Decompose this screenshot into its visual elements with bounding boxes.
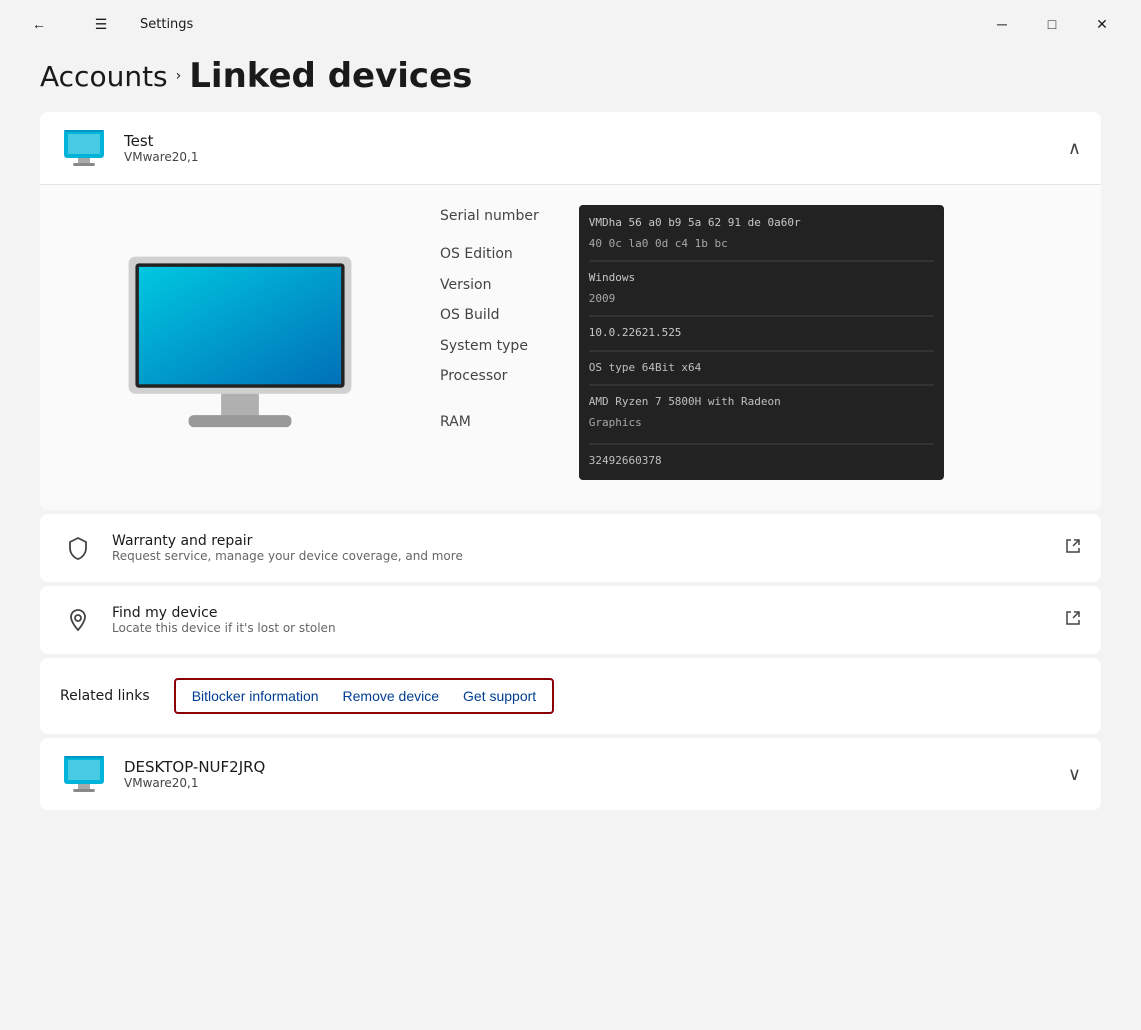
chevron-down-icon: ∨ — [1068, 764, 1081, 784]
system-type-label: System type — [440, 335, 539, 357]
redacted-line-8: Graphics — [589, 415, 934, 432]
titlebar: ← ☰ Settings ─ □ ✕ — [0, 0, 1141, 48]
warranty-description: Request service, manage your device cove… — [112, 549, 1065, 563]
device1-expanded: Serial number OS Edition Version OS Buil… — [40, 184, 1101, 510]
find-device-text: Find my device Locate this device if it'… — [112, 605, 1065, 635]
device1-spec-values: VMDha 56 a0 b9 5a 62 91 de 0a60r 40 0c l… — [579, 205, 1061, 480]
breadcrumb-chevron: › — [176, 68, 182, 84]
minimize-button[interactable]: ─ — [979, 8, 1025, 40]
redacted-line-2: 40 0c la0 0d c4 1b bc — [589, 236, 934, 253]
redact-divider-2 — [589, 315, 934, 317]
device1-model: VMware20,1 — [124, 150, 1068, 164]
menu-button[interactable]: ☰ — [78, 8, 124, 40]
device2-info: DESKTOP-NUF2JRQ VMware20,1 — [124, 758, 1068, 790]
redacted-line-6: OS type 64Bit x64 — [589, 360, 934, 377]
breadcrumb-parent[interactable]: Accounts — [40, 60, 168, 93]
maximize-button[interactable]: □ — [1029, 8, 1075, 40]
titlebar-title: Settings — [140, 17, 193, 32]
redacted-line-5: 10.0.22621.525 — [589, 325, 934, 342]
device2-monitor-icon — [60, 750, 108, 798]
device1-monitor-icon — [60, 124, 108, 172]
device1-redacted-image: VMDha 56 a0 b9 5a 62 91 de 0a60r 40 0c l… — [579, 205, 944, 480]
chevron-up-icon: ∧ — [1068, 138, 1081, 158]
find-device-title: Find my device — [112, 605, 1065, 621]
device1-name: Test — [124, 132, 1068, 150]
main-content: Test VMware20,1 ∧ — [0, 112, 1141, 1024]
redacted-line-7: AMD Ryzen 7 5800H with Radeon — [589, 394, 934, 411]
device2-name: DESKTOP-NUF2JRQ — [124, 758, 1068, 776]
redacted-line-3: Windows — [589, 270, 934, 287]
serial-number-label: Serial number — [440, 205, 539, 227]
redact-divider-1 — [589, 260, 934, 262]
device2-header[interactable]: DESKTOP-NUF2JRQ VMware20,1 ∨ — [40, 738, 1101, 810]
warranty-external-icon — [1065, 538, 1081, 558]
redacted-line-9: 32492660378 — [589, 453, 934, 470]
remove-device-button[interactable]: Remove device — [343, 688, 440, 704]
device1-card: Test VMware20,1 ∧ — [40, 112, 1101, 510]
get-support-button[interactable]: Get support — [463, 688, 536, 704]
maximize-icon: □ — [1048, 16, 1056, 32]
warranty-card[interactable]: Warranty and repair Request service, man… — [40, 514, 1101, 582]
find-device-card[interactable]: Find my device Locate this device if it'… — [40, 586, 1101, 654]
warranty-text: Warranty and repair Request service, man… — [112, 533, 1065, 563]
menu-icon: ☰ — [95, 16, 108, 33]
device1-illustration — [80, 205, 400, 480]
warranty-title: Warranty and repair — [112, 533, 1065, 549]
device1-info: Test VMware20,1 — [124, 132, 1068, 164]
find-device-icon — [60, 602, 96, 638]
device2-model: VMware20,1 — [124, 776, 1068, 790]
window-controls: ─ □ ✕ — [979, 8, 1125, 40]
find-device-external-icon — [1065, 610, 1081, 630]
device2-card: DESKTOP-NUF2JRQ VMware20,1 ∨ — [40, 738, 1101, 810]
related-links-bar: Related links Bitlocker information Remo… — [40, 658, 1101, 734]
related-links-label: Related links — [60, 688, 150, 704]
redact-divider-5 — [589, 443, 934, 445]
os-edition-label: OS Edition — [440, 243, 539, 265]
back-icon: ← — [32, 16, 46, 32]
redacted-content: VMDha 56 a0 b9 5a 62 91 de 0a60r 40 0c l… — [579, 205, 944, 480]
os-build-label: OS Build — [440, 304, 539, 326]
device1-spec-labels: Serial number OS Edition Version OS Buil… — [440, 205, 539, 480]
close-button[interactable]: ✕ — [1079, 8, 1125, 40]
redact-divider-4 — [589, 384, 934, 386]
version-label: Version — [440, 274, 539, 296]
back-button[interactable]: ← — [16, 8, 62, 40]
warranty-icon — [60, 530, 96, 566]
device2-expand-button[interactable]: ∨ — [1068, 764, 1081, 785]
breadcrumb-current: Linked devices — [189, 56, 472, 96]
device1-collapse-button[interactable]: ∧ — [1068, 138, 1081, 159]
breadcrumb: Accounts › Linked devices — [0, 48, 1141, 112]
processor-label: Processor — [440, 365, 539, 387]
close-icon: ✕ — [1096, 16, 1108, 33]
redact-divider-3 — [589, 350, 934, 352]
find-device-description: Locate this device if it's lost or stole… — [112, 621, 1065, 635]
bitlocker-info-button[interactable]: Bitlocker information — [192, 688, 319, 704]
minimize-icon: ─ — [997, 16, 1007, 32]
device1-header[interactable]: Test VMware20,1 ∧ — [40, 112, 1101, 184]
redacted-line-1: VMDha 56 a0 b9 5a 62 91 de 0a60r — [589, 215, 934, 232]
ram-label: RAM — [440, 411, 539, 433]
related-links-group: Bitlocker information Remove device Get … — [174, 678, 554, 714]
redacted-line-4: 2009 — [589, 291, 934, 308]
